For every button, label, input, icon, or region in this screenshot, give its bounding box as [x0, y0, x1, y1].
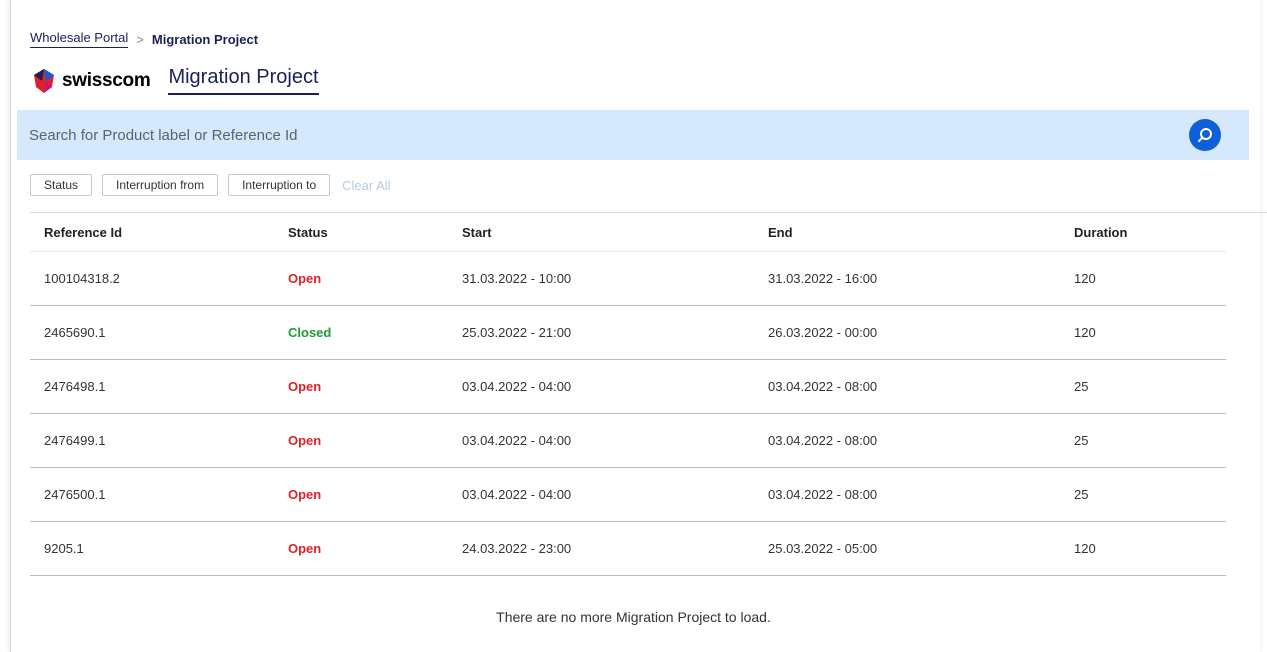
- table-row[interactable]: 9205.1 Open 24.03.2022 - 23:00 25.03.202…: [30, 521, 1226, 576]
- cell-reference-id: 2476498.1: [30, 359, 288, 414]
- table-row[interactable]: 2476500.1 Open 03.04.2022 - 04:00 03.04.…: [30, 467, 1226, 522]
- column-header-start[interactable]: Start: [462, 213, 768, 252]
- cell-status: Open: [288, 359, 462, 414]
- cell-reference-id: 100104318.2: [30, 251, 288, 306]
- cell-start: 31.03.2022 - 10:00: [462, 251, 768, 306]
- status-badge: Closed: [288, 325, 332, 340]
- status-badge: Open: [288, 379, 322, 394]
- cell-reference-id: 2465690.1: [30, 305, 288, 360]
- cell-start: 03.04.2022 - 04:00: [462, 413, 768, 468]
- column-header-end[interactable]: End: [768, 213, 1074, 252]
- cell-status: Open: [288, 251, 462, 306]
- cell-reference-id: 9205.1: [30, 521, 288, 576]
- column-header-duration[interactable]: Duration: [1074, 213, 1226, 252]
- cell-status: Open: [288, 413, 462, 468]
- cell-end: 26.03.2022 - 00:00: [768, 305, 1074, 360]
- breadcrumb: Wholesale Portal > Migration Project: [30, 30, 258, 48]
- search-button[interactable]: [1189, 119, 1221, 151]
- cell-duration: 25: [1074, 467, 1226, 522]
- table-row[interactable]: 2476498.1 Open 03.04.2022 - 04:00 03.04.…: [30, 359, 1226, 414]
- table-row[interactable]: 2476499.1 Open 03.04.2022 - 04:00 03.04.…: [30, 413, 1226, 468]
- table-header-row: Reference Id Status Start End Duration: [30, 213, 1226, 252]
- cell-start: 25.03.2022 - 21:00: [462, 305, 768, 360]
- swisscom-logo[interactable]: swisscom: [30, 67, 151, 95]
- status-badge: Open: [288, 271, 322, 286]
- column-header-status[interactable]: Status: [288, 213, 462, 252]
- cell-end: 03.04.2022 - 08:00: [768, 413, 1074, 468]
- table-row[interactable]: 2465690.1 Closed 25.03.2022 - 21:00 26.0…: [30, 305, 1226, 360]
- cell-status: Closed: [288, 305, 462, 360]
- migration-table: Reference Id Status Start End Duration 1…: [30, 213, 1226, 576]
- status-filter-button[interactable]: Status: [30, 174, 93, 196]
- page-title: Migration Project: [168, 66, 319, 95]
- search-icon: [1198, 128, 1212, 142]
- interruption-from-filter-button[interactable]: Interruption from: [102, 174, 219, 196]
- cell-duration: 120: [1074, 251, 1226, 306]
- status-badge: Open: [288, 433, 322, 448]
- search-bar: [17, 109, 1249, 161]
- clear-all-link[interactable]: Clear All: [342, 178, 390, 193]
- no-more-items-message: There are no more Migration Project to l…: [496, 609, 771, 625]
- cell-duration: 120: [1074, 305, 1226, 360]
- search-input[interactable]: [17, 109, 1189, 161]
- filter-bar: Status Interruption from Interruption to…: [30, 174, 391, 196]
- cell-end: 25.03.2022 - 05:00: [768, 521, 1074, 576]
- cell-end: 31.03.2022 - 16:00: [768, 251, 1074, 306]
- breadcrumb-separator: >: [136, 31, 144, 47]
- cell-start: 03.04.2022 - 04:00: [462, 467, 768, 522]
- brand-header: swisscom Migration Project: [30, 66, 319, 95]
- cell-status: Open: [288, 467, 462, 522]
- status-badge: Open: [288, 541, 322, 556]
- cell-duration: 120: [1074, 521, 1226, 576]
- cell-end: 03.04.2022 - 08:00: [768, 359, 1074, 414]
- interruption-to-filter-button[interactable]: Interruption to: [228, 174, 331, 196]
- cell-start: 03.04.2022 - 04:00: [462, 359, 768, 414]
- breadcrumb-root-link[interactable]: Wholesale Portal: [30, 30, 129, 48]
- cell-duration: 25: [1074, 413, 1226, 468]
- cell-reference-id: 2476499.1: [30, 413, 288, 468]
- swisscom-logo-icon: [34, 68, 54, 93]
- logo-text: swisscom: [62, 69, 151, 91]
- status-badge: Open: [288, 487, 322, 502]
- cell-status: Open: [288, 521, 462, 576]
- cell-end: 03.04.2022 - 08:00: [768, 467, 1074, 522]
- cell-reference-id: 2476500.1: [30, 467, 288, 522]
- cell-start: 24.03.2022 - 23:00: [462, 521, 768, 576]
- breadcrumb-current: Migration Project: [151, 31, 259, 47]
- table-row[interactable]: 100104318.2 Open 31.03.2022 - 10:00 31.0…: [30, 251, 1226, 306]
- column-header-reference-id[interactable]: Reference Id: [30, 213, 288, 252]
- cell-duration: 25: [1074, 359, 1226, 414]
